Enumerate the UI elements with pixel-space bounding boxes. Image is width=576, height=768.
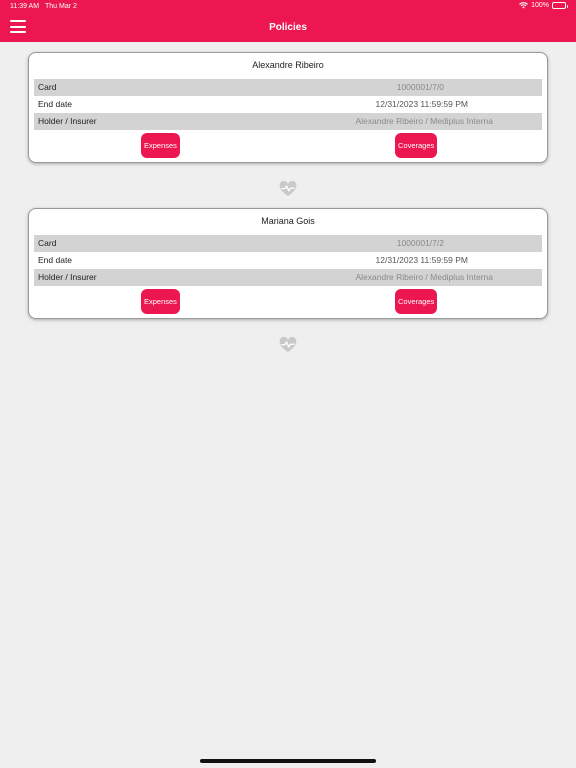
status-right: 100% xyxy=(519,2,568,9)
heart-pulse-icon xyxy=(279,337,297,353)
holder-insurer-value: Alexandre Ribeiro / Mediplus Interna xyxy=(355,272,494,282)
card-value: 1000001/7/0 xyxy=(396,82,444,92)
battery-icon xyxy=(552,2,568,9)
wifi-icon xyxy=(519,2,528,9)
holder-insurer-row: Holder / Insurer Alexandre Ribeiro / Med… xyxy=(34,269,542,286)
status-bar: 11:39 AM Thu Mar 2 100% xyxy=(0,0,576,14)
home-indicator[interactable] xyxy=(200,759,376,763)
holder-insurer-value: Alexandre Ribeiro / Mediplus Interna xyxy=(355,116,494,126)
card-actions: Expenses Coverages xyxy=(29,130,547,162)
expenses-button[interactable]: Expenses xyxy=(141,133,180,158)
status-date: Thu Mar 2 xyxy=(45,3,77,10)
page-title: Policies xyxy=(269,22,307,33)
battery-percent: 100% xyxy=(531,2,549,9)
end-date-row: End date 12/31/2023 11:59:59 PM xyxy=(34,96,542,113)
end-date-value: 12/31/2023 11:59:59 PM xyxy=(375,255,468,265)
card-actions: Expenses Coverages xyxy=(29,286,547,318)
coverages-button[interactable]: Coverages xyxy=(395,133,438,158)
end-date-value: 12/31/2023 11:59:59 PM xyxy=(375,99,468,109)
expenses-button[interactable]: Expenses xyxy=(141,289,180,314)
card-value: 1000001/7/2 xyxy=(396,238,444,248)
holder-insurer-row: Holder / Insurer Alexandre Ribeiro / Med… xyxy=(34,113,542,130)
policy-card: Mariana Gois Card 1000001/7/2 End date 1… xyxy=(28,208,548,319)
status-time: 11:39 AM xyxy=(10,3,40,10)
policy-holder-name: Mariana Gois xyxy=(261,216,315,226)
end-date-row: End date 12/31/2023 11:59:59 PM xyxy=(34,252,542,269)
card-row: Card 1000001/7/2 xyxy=(34,235,542,252)
card-row: Card 1000001/7/0 xyxy=(34,79,542,96)
policy-holder-name: Alexandre Ribeiro xyxy=(252,60,324,70)
coverages-button[interactable]: Coverages xyxy=(395,289,438,314)
policy-card: Alexandre Ribeiro Card 1000001/7/0 End d… xyxy=(28,52,548,163)
heart-pulse-icon xyxy=(279,181,297,197)
app-header: 11:39 AM Thu Mar 2 100% Policies xyxy=(0,0,576,42)
